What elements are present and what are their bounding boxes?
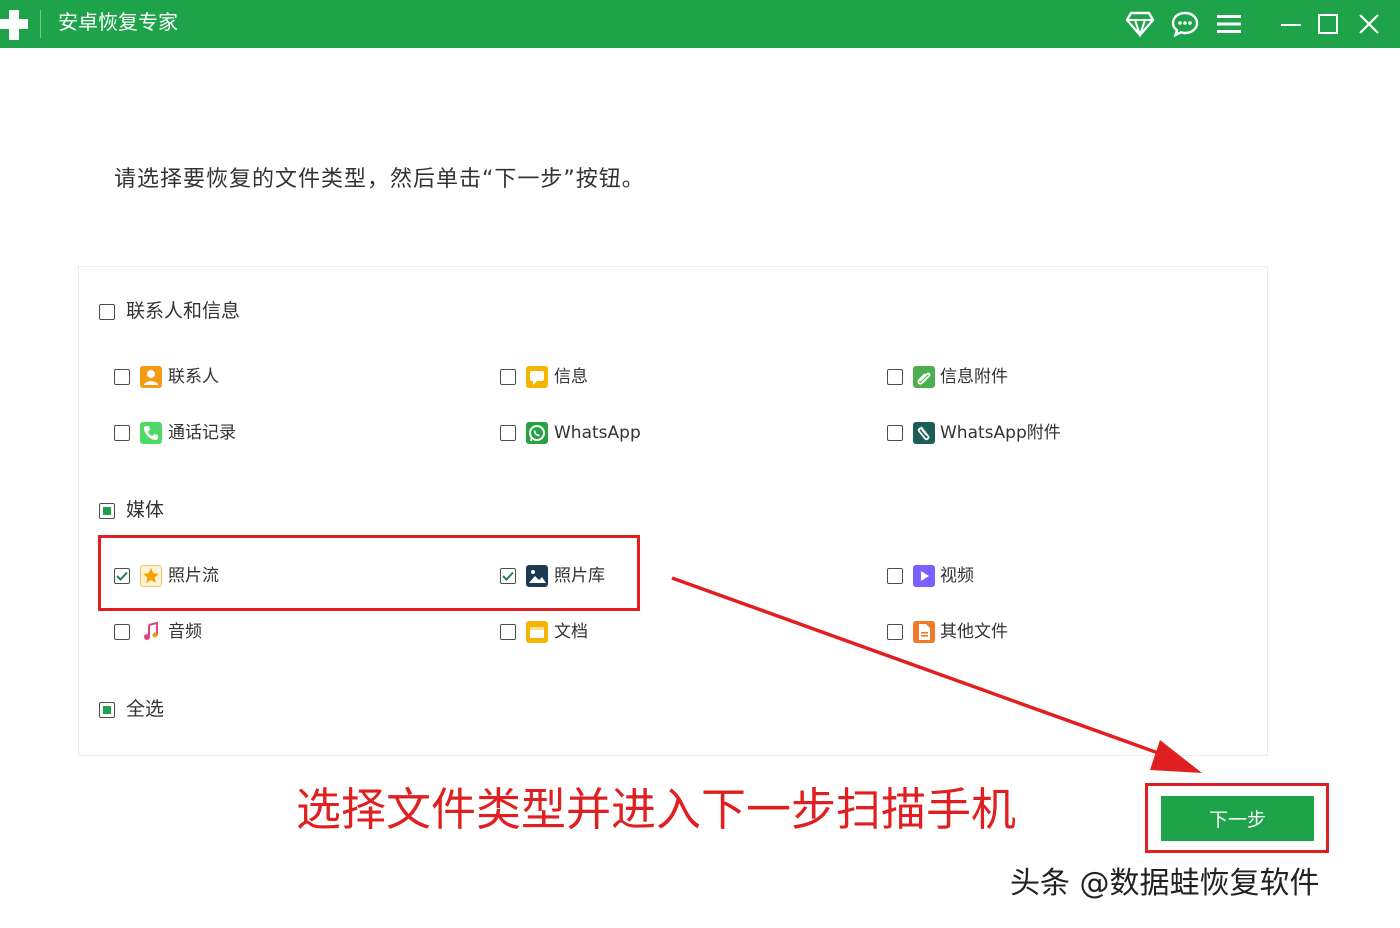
- annotation-caption: 选择文件类型并进入下一步扫描手机: [296, 783, 1017, 836]
- next-button[interactable]: 下一步: [1161, 796, 1314, 841]
- watermark-text: 头条 @数据蛙恢复软件: [1010, 866, 1320, 901]
